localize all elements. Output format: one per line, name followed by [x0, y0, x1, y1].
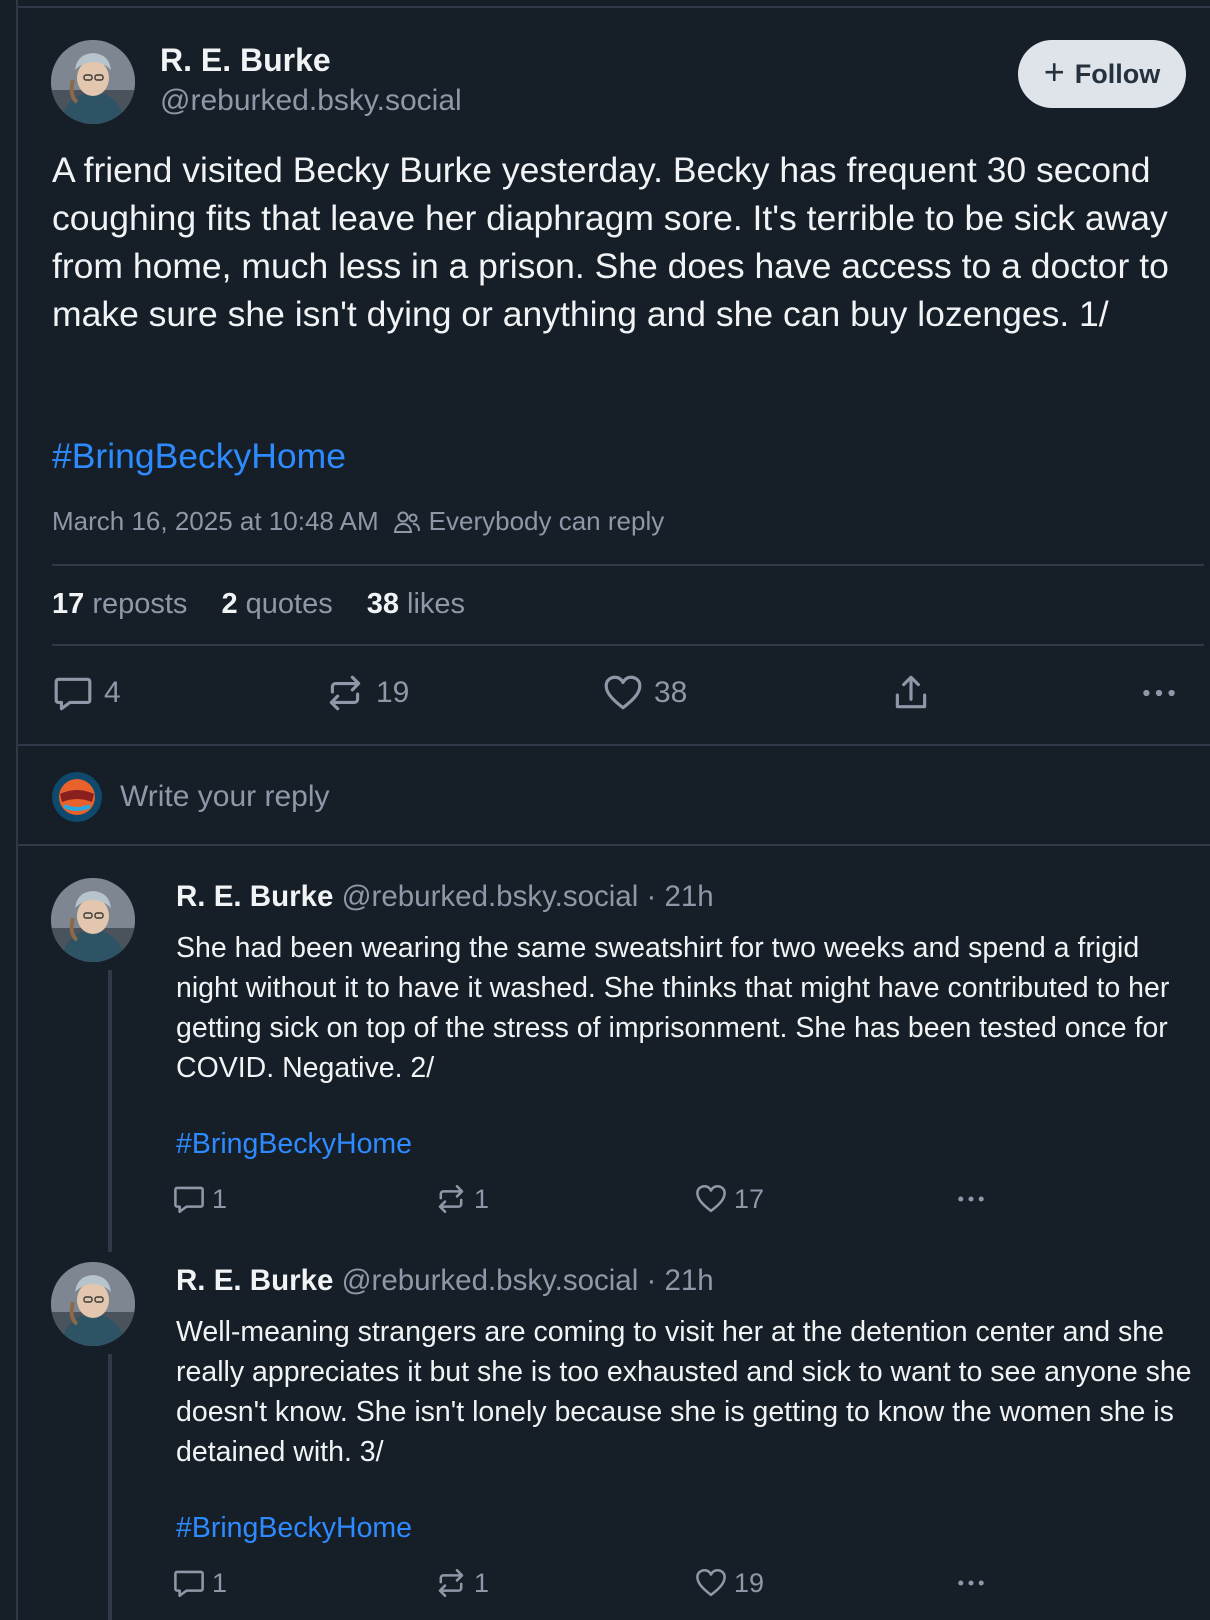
- reply-text: She had been wearing the same sweatshirt…: [176, 932, 1170, 1084]
- reply-author-name[interactable]: R. E. Burke: [176, 1264, 333, 1297]
- follow-button[interactable]: + Follow: [1018, 40, 1186, 108]
- reply-text: Well-meaning strangers are coming to vis…: [176, 1316, 1192, 1468]
- author-name[interactable]: R. E. Burke: [160, 42, 331, 79]
- thread-connector: [108, 970, 112, 1252]
- reply-author-avatar[interactable]: [51, 878, 135, 962]
- heart-icon: [602, 672, 644, 714]
- reply-setting[interactable]: Everybody can reply: [393, 506, 665, 537]
- reply-time: · 21h: [646, 880, 714, 913]
- repost-icon: [324, 672, 366, 714]
- post-meta: March 16, 2025 at 10:48 AM Everybody can…: [52, 506, 664, 537]
- reply-count: 1: [212, 1567, 228, 1598]
- share-icon: [895, 675, 927, 709]
- hashtag-link[interactable]: #BringBeckyHome: [176, 1128, 412, 1161]
- reply-author-name[interactable]: R. E. Burke: [176, 880, 333, 913]
- heart-icon: [694, 1182, 728, 1216]
- reply-count: 4: [104, 676, 121, 709]
- reply-button[interactable]: 1: [172, 1566, 227, 1600]
- more-icon: [1138, 672, 1180, 714]
- reply-button[interactable]: 4: [52, 672, 121, 714]
- repost-icon: [434, 1566, 468, 1600]
- divider: [52, 564, 1204, 566]
- likes-stat[interactable]: 38 likes: [367, 588, 465, 621]
- plus-icon: +: [1043, 51, 1065, 92]
- reply-setting-label: Everybody can reply: [428, 506, 665, 536]
- reply-icon: [52, 672, 94, 714]
- divider: [18, 844, 1210, 846]
- like-count: 38: [654, 676, 688, 709]
- repost-button[interactable]: 1: [434, 1182, 489, 1216]
- divider: [18, 744, 1210, 746]
- author-handle[interactable]: @reburked.bsky.social: [160, 84, 462, 118]
- quotes-stat[interactable]: 2 quotes: [221, 588, 332, 621]
- share-button[interactable]: [890, 672, 932, 714]
- repost-count: 19: [376, 676, 410, 709]
- reply-header: R. E. Burke @reburked.bsky.social · 21h: [176, 880, 714, 914]
- reply-count: 1: [212, 1183, 228, 1214]
- like-button[interactable]: 17: [694, 1182, 764, 1216]
- like-button[interactable]: 19: [694, 1566, 764, 1600]
- divider: [52, 644, 1204, 646]
- author-avatar[interactable]: [51, 40, 135, 124]
- reply-icon: [172, 1182, 206, 1216]
- more-options-button[interactable]: [954, 1182, 988, 1216]
- like-count: 17: [734, 1183, 765, 1214]
- thread-connector: [108, 1354, 112, 1620]
- more-options-button[interactable]: [954, 1566, 988, 1600]
- follow-label: Follow: [1074, 58, 1161, 89]
- current-user-avatar: [52, 772, 102, 822]
- post-stats: 17 reposts 2 quotes 38 likes: [52, 588, 465, 621]
- hashtag-link[interactable]: #BringBeckyHome: [52, 436, 346, 477]
- reply-icon: [172, 1566, 206, 1600]
- repost-count: 1: [474, 1567, 490, 1598]
- more-icon: [954, 1566, 988, 1600]
- repost-icon: [434, 1182, 468, 1216]
- reposts-stat[interactable]: 17 reposts: [52, 588, 187, 621]
- like-count: 19: [734, 1567, 765, 1598]
- reply-composer[interactable]: Write your reply: [52, 772, 330, 822]
- more-options-button[interactable]: [1138, 672, 1180, 714]
- post-timestamp: March 16, 2025 at 10:48 AM: [52, 506, 379, 536]
- post-thread: R. E. Burke @reburked.bsky.social + Foll…: [16, 0, 1210, 1620]
- post-text: A friend visited Becky Burke yesterday. …: [52, 150, 1169, 334]
- repost-count: 1: [474, 1183, 490, 1214]
- reply-placeholder: Write your reply: [120, 780, 330, 813]
- more-icon: [954, 1182, 988, 1216]
- people-icon: [393, 511, 420, 533]
- like-button[interactable]: 38: [602, 672, 687, 714]
- reply-author-avatar[interactable]: [51, 1262, 135, 1346]
- reply-header: R. E. Burke @reburked.bsky.social · 21h: [176, 1264, 714, 1298]
- reply-author-handle[interactable]: @reburked.bsky.social: [342, 880, 639, 913]
- heart-icon: [694, 1566, 728, 1600]
- repost-button[interactable]: 19: [324, 672, 409, 714]
- repost-button[interactable]: 1: [434, 1566, 489, 1600]
- reply-button[interactable]: 1: [172, 1182, 227, 1216]
- divider: [18, 6, 1210, 8]
- reply-time: · 21h: [646, 1264, 714, 1297]
- reply-author-handle[interactable]: @reburked.bsky.social: [342, 1264, 639, 1297]
- hashtag-link[interactable]: #BringBeckyHome: [176, 1512, 412, 1545]
